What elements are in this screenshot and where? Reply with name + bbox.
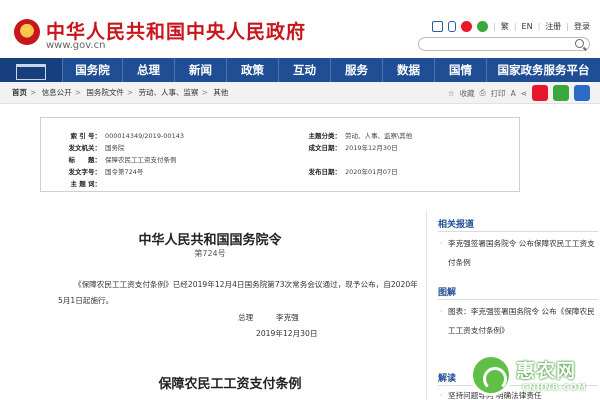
english-link[interactable]: EN [522,22,533,31]
order-number: 第724号 [194,249,226,258]
breadcrumb-other[interactable]: 其他 [213,88,228,97]
category-value: 劳动、人事、监察\其他 [345,132,413,140]
nav-item-gov-service-platform[interactable]: 国家政务服务平台 [486,58,600,82]
national-emblem-icon[interactable] [14,19,40,45]
printer-icon[interactable]: ⎙ [480,88,486,98]
signer-name: 李克强 [276,313,299,322]
created-date: 2019年12月30日 [345,144,398,152]
login-link[interactable]: 登录 [574,21,590,32]
print-button[interactable]: 打印 [491,88,506,99]
breadcrumb-state-docs[interactable]: 国务院文件 [86,88,124,97]
sidebar-related-heading: 相关报道 [438,220,475,230]
nav-item-premier[interactable]: 总理 [122,58,174,82]
sidebar-divider [426,210,427,400]
doc-number: 国令第724号 [105,168,144,176]
search-input[interactable] [418,37,590,51]
star-icon[interactable]: ☆ [448,89,455,98]
article-paragraph: 《保障农民工工资支付条例》已经2019年12月4日国务院第73次常务会议通过，现… [58,280,418,305]
watermark-logo-icon [470,354,512,396]
nav-item-interaction[interactable]: 互动 [278,58,330,82]
breadcrumb: 首页 > 信息公开 > 国务院文件 > 劳动、人事、监察 > 其他 [12,88,229,97]
mail-icon[interactable] [432,21,444,32]
site-header: 中华人民共和国中央人民政府 www.gov.cn | 繁 | EN | 注册 |… [0,0,600,58]
nav-item-national[interactable]: 国情 [434,58,486,82]
wechat-share-icon[interactable] [553,85,569,101]
issuer-value: 国务院 [105,144,125,152]
tiananmen-logo-icon[interactable] [0,58,62,82]
breadcrumb-labor[interactable]: 劳动、人事、监察 [139,88,199,97]
register-link[interactable]: 注册 [545,21,561,32]
nav-item-news[interactable]: 新闻 [174,58,226,82]
site-url[interactable]: www.gov.cn [46,40,105,51]
watermark-logo: 惠农网 CNHNB.COM [470,350,600,400]
breadcrumb-bar: 首页 > 信息公开 > 国务院文件 > 劳动、人事、监察 > 其他 ☆ 收藏 ⎙ 打印 … [0,82,600,104]
doc-title-value: 保障农民工工资支付条例 [105,156,177,164]
nav-item-state-council[interactable]: 国务院 [62,58,122,82]
weibo-share-icon[interactable] [532,85,548,101]
wechat-icon[interactable] [477,21,489,32]
document-info-table: 索 引 号： 000014349/2019-00143 主题分类： 劳动、人事、… [40,117,520,192]
sidebar-graphic-heading: 图解 [438,288,457,298]
signer-role: 总理 [238,313,254,322]
nav-item-service[interactable]: 服务 [330,58,382,82]
published-date: 2020年01月07日 [345,168,398,176]
page-tools: ☆ 收藏 ⎙ 打印 A ⋖ [448,85,590,101]
watermark-name: 惠农网 [516,360,577,382]
collect-button[interactable]: 收藏 [460,88,475,99]
article-title: 中华人民共和国国务院令 [138,233,282,248]
sidebar-related-link[interactable]: 李克强签署国务院令 公布保障农民工工资支付条例 [440,234,596,272]
sidebar-explain-heading: 解读 [438,374,457,384]
breadcrumb-home[interactable]: 首页 [12,88,27,97]
index-number: 000014349/2019-00143 [105,132,184,140]
share-icon[interactable]: ⋖ [521,89,527,98]
sidebar-graphic-link[interactable]: 图表：李克强签署国务院令 公布《保障农民工工资支付条例》 [440,302,596,340]
main-nav: 国务院 总理 新闻 政策 互动 服务 数据 国情 国家政务服务平台 [0,58,600,82]
breadcrumb-info-public[interactable]: 信息公开 [42,88,72,97]
watermark-url: CNHNB.COM [522,383,587,392]
nav-item-policy[interactable]: 政策 [226,58,278,82]
sign-date: 2019年12月30日 [256,329,318,338]
law-title: 保障农民工工资支付条例 [158,377,302,392]
traditional-link[interactable]: 繁 [501,21,509,32]
phone-icon[interactable] [448,21,457,32]
header-tools: | 繁 | EN | 注册 | 登录 [432,21,590,32]
weibo-icon[interactable] [461,21,473,32]
font-size-icon[interactable]: A [511,89,516,98]
more-share-icon[interactable] [574,85,590,101]
search-icon[interactable] [575,39,584,48]
nav-item-data[interactable]: 数据 [382,58,434,82]
